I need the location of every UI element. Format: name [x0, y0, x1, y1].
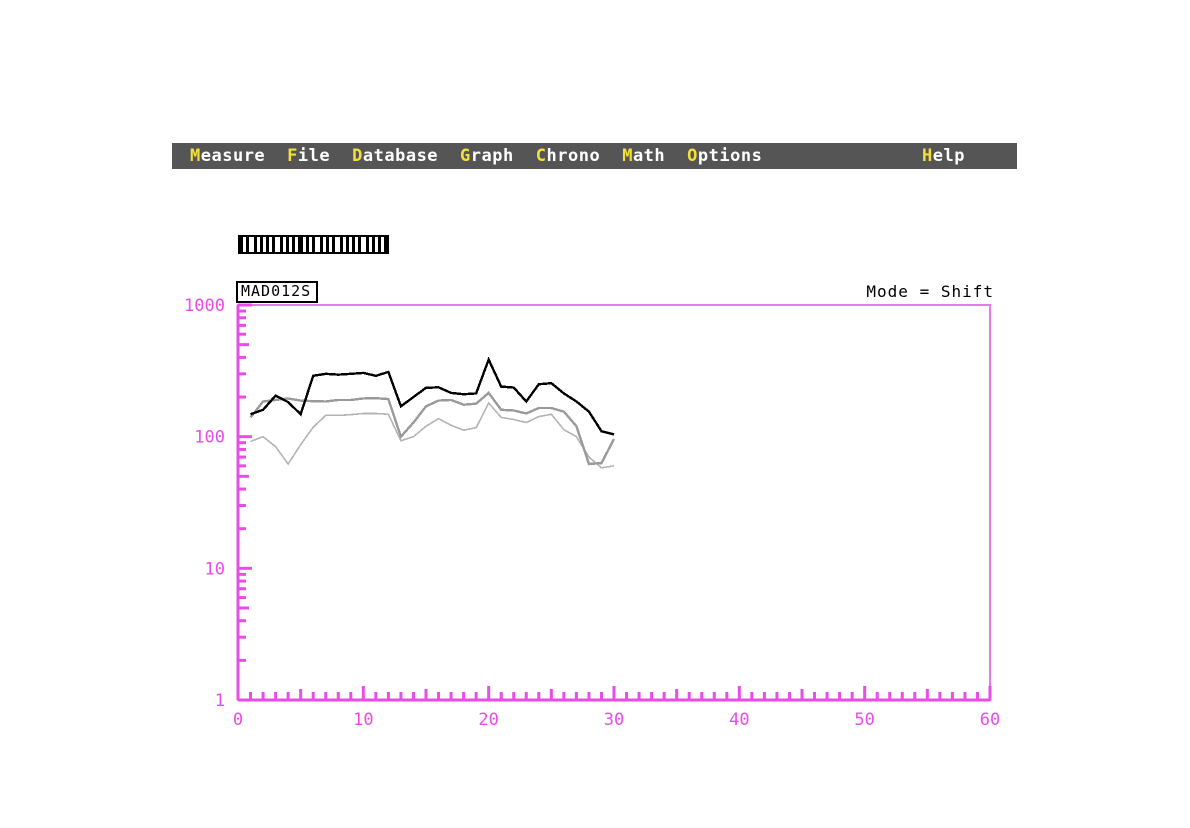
plot-frame	[237, 304, 991, 701]
x-tick-label: 60	[980, 710, 1000, 730]
x-tick-label: 20	[478, 710, 498, 730]
x-tick-label: 30	[604, 710, 624, 730]
x-tick-label: 10	[353, 710, 373, 730]
x-tick-label: 40	[729, 710, 749, 730]
x-tick-label: 50	[854, 710, 874, 730]
application-window: Measure File Database Graph Chrono Math …	[0, 0, 1190, 828]
data-series-3	[250, 401, 615, 469]
y-tick-label: 10	[205, 559, 225, 579]
chart-panel: 1 10 100 1000 0 10 20 30 40 50 60	[0, 0, 1190, 828]
x-tick-label: 0	[233, 710, 243, 730]
chart-svg: 1 10 100 1000 0 10 20 30 40 50 60	[184, 296, 1000, 730]
y-tick-label: 100	[194, 428, 225, 448]
y-tick-label: 1	[215, 691, 225, 711]
y-tick-label: 1000	[184, 296, 225, 316]
